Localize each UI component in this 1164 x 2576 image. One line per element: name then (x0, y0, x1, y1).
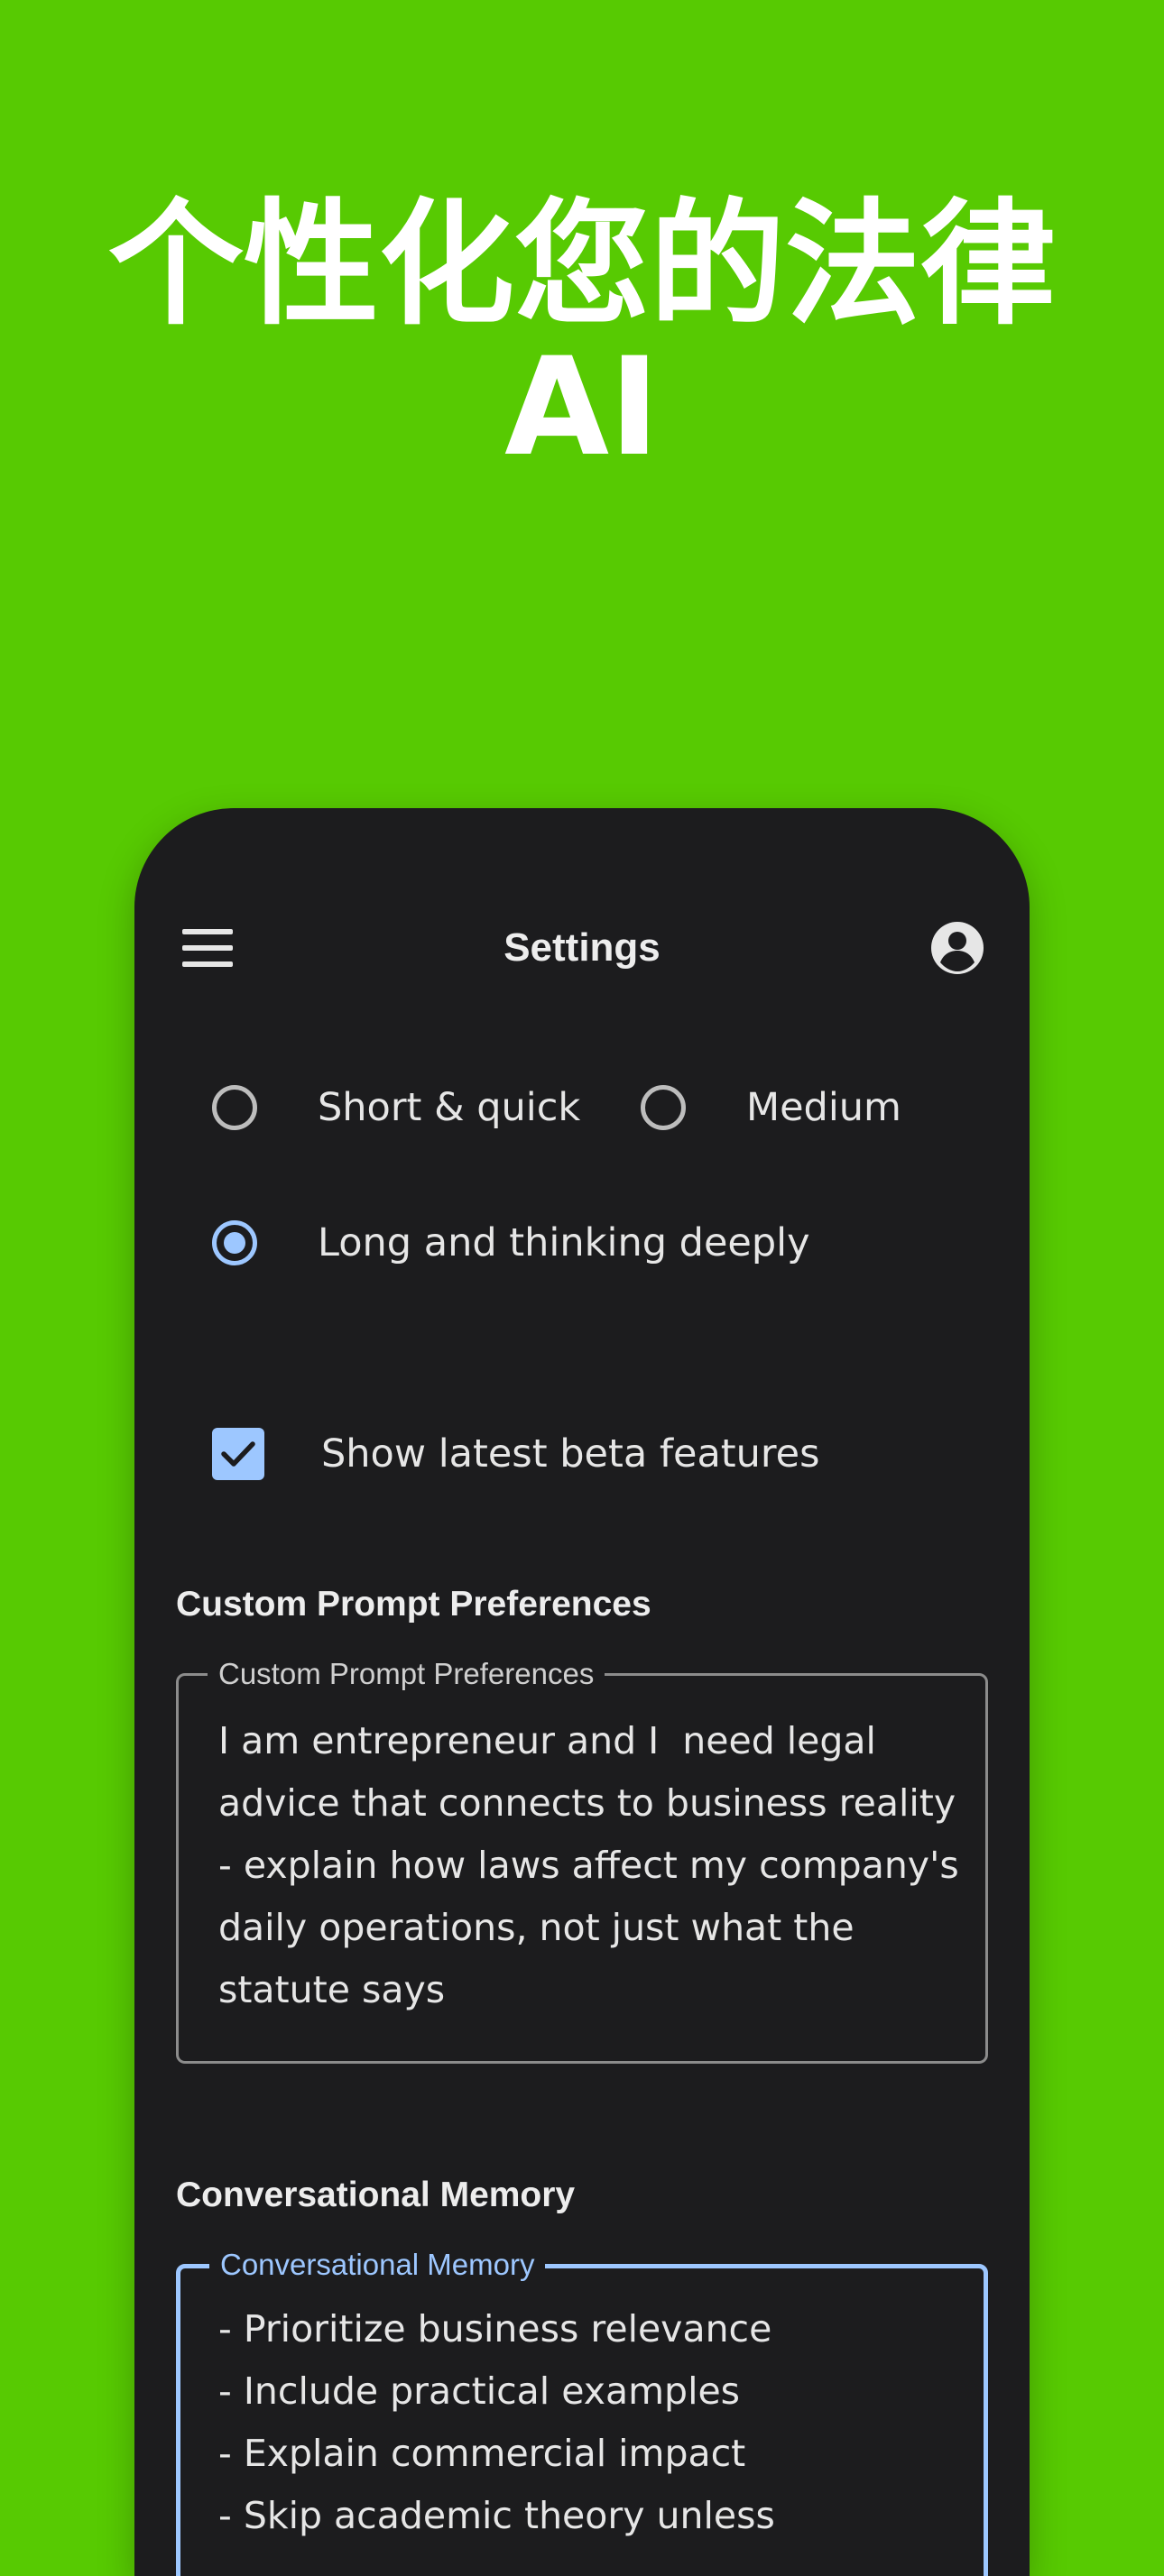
check-icon (221, 1441, 255, 1467)
headline-line-2: AI (504, 329, 660, 486)
radio-option-medium[interactable]: Medium (641, 1085, 901, 1130)
custom-prompt-section-title: Custom Prompt Preferences (176, 1585, 651, 1624)
phone-screen: Settings Short & quick Medium Long and t… (134, 808, 1030, 2576)
app-bar: Settings (134, 898, 1030, 998)
radio-label: Short & quick (318, 1085, 581, 1130)
custom-prompt-field-label: Custom Prompt Preferences (208, 1656, 605, 1692)
memory-section-title: Conversational Memory (176, 2176, 576, 2214)
radio-button[interactable] (212, 1085, 257, 1130)
radio-option-long[interactable]: Long and thinking deeply (212, 1220, 810, 1265)
page-title: Settings (503, 925, 661, 970)
checkbox-checked[interactable] (212, 1428, 264, 1480)
radio-button-selected[interactable] (212, 1220, 257, 1265)
radio-button[interactable] (641, 1085, 686, 1130)
beta-features-option[interactable]: Show latest beta features (212, 1428, 820, 1480)
custom-prompt-textarea[interactable]: I am entrepreneur and I need legal advic… (218, 1710, 967, 2021)
headline-line-1: 个性化您的法律 (107, 187, 1056, 344)
radio-label: Medium (746, 1085, 901, 1130)
custom-prompt-field[interactable]: Custom Prompt Preferences I am entrepren… (176, 1656, 988, 2064)
memory-field[interactable]: Conversational Memory - Prioritize busin… (176, 2247, 988, 2576)
headline: 个性化您的法律 AI (0, 194, 1164, 479)
memory-field-label: Conversational Memory (209, 2247, 546, 2283)
radio-label: Long and thinking deeply (318, 1220, 810, 1265)
memory-textarea[interactable]: - Prioritize business relevance - Includ… (218, 2298, 967, 2547)
checkbox-label: Show latest beta features (321, 1431, 820, 1477)
radio-option-short[interactable]: Short & quick (212, 1085, 580, 1130)
account-circle-icon[interactable] (929, 920, 985, 976)
